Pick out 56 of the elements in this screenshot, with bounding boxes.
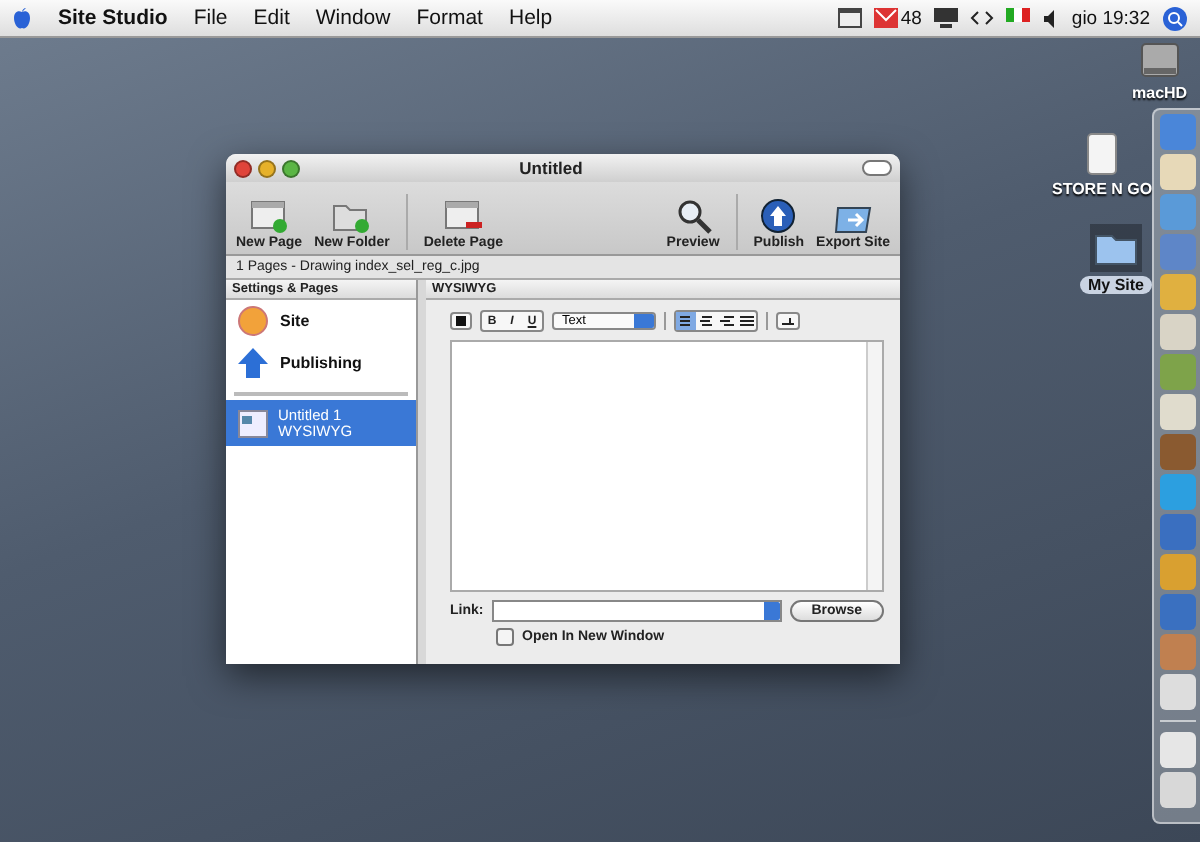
insert-icon — [782, 316, 794, 326]
minimize-button[interactable] — [258, 159, 276, 177]
menu-item[interactable]: Edit — [253, 6, 290, 30]
insert-button[interactable] — [776, 312, 800, 330]
checkbox[interactable] — [496, 628, 514, 646]
desktop-icon-label[interactable]: My Site — [1080, 276, 1153, 294]
page-add-icon — [249, 198, 290, 234]
zoom-button[interactable] — [282, 159, 300, 177]
close-button[interactable] — [234, 159, 252, 177]
circle-icon — [238, 306, 268, 336]
mail-icon[interactable] — [874, 8, 899, 28]
square-icon — [456, 316, 466, 326]
align-button[interactable] — [676, 312, 696, 330]
globe-icon — [760, 198, 797, 234]
align-button[interactable] — [736, 312, 756, 330]
desktop-icon-label[interactable]: STORE N GO — [1044, 180, 1161, 198]
app-menu[interactable]: Site Studio — [58, 6, 168, 30]
menu-item[interactable]: Format — [416, 6, 483, 30]
app-icon[interactable] — [1159, 314, 1195, 350]
desktop-icon-label[interactable]: macHD — [1124, 84, 1196, 102]
app-icon[interactable] — [1159, 394, 1195, 430]
app-icon[interactable] — [1159, 772, 1195, 808]
magnifier-icon — [675, 198, 712, 234]
page-icon — [238, 409, 268, 437]
clock[interactable]: gio 19:32 — [1071, 7, 1150, 29]
app-icon[interactable] — [1159, 154, 1195, 190]
monitor-icon[interactable] — [933, 8, 958, 28]
apple-icon[interactable] — [12, 6, 32, 30]
menu-item[interactable]: File — [193, 6, 228, 30]
sidebar-item[interactable]: Publishing — [226, 342, 416, 384]
align-icon — [699, 315, 713, 327]
text-editor[interactable] — [450, 340, 884, 592]
window-title: Untitled — [517, 158, 585, 178]
calendar-icon[interactable] — [838, 8, 863, 28]
search-icon[interactable] — [1162, 5, 1188, 31]
page-remove-icon — [443, 198, 484, 234]
link-field[interactable] — [491, 600, 782, 622]
flag-icon[interactable] — [1005, 8, 1030, 28]
drive-icon — [1082, 132, 1123, 176]
align-icon — [739, 315, 753, 327]
menu-item[interactable]: Window — [315, 6, 391, 30]
app-icon[interactable] — [1159, 732, 1195, 768]
align-icon — [719, 315, 733, 327]
volume-icon[interactable] — [1041, 9, 1060, 27]
app-icon[interactable] — [1159, 674, 1195, 710]
align-button[interactable] — [696, 312, 716, 330]
align-button[interactable] — [716, 312, 736, 330]
sidebar-item[interactable]: Site — [226, 300, 416, 342]
mail-count: 48 — [900, 7, 922, 29]
folder-icon — [1090, 224, 1142, 272]
align-icon — [679, 315, 693, 327]
toolbar-toggle-button[interactable] — [862, 160, 892, 176]
menu-item[interactable]: Help — [508, 6, 553, 30]
code-icon[interactable] — [969, 10, 994, 26]
color-button[interactable] — [450, 312, 472, 330]
up-arrow-icon — [238, 348, 268, 378]
